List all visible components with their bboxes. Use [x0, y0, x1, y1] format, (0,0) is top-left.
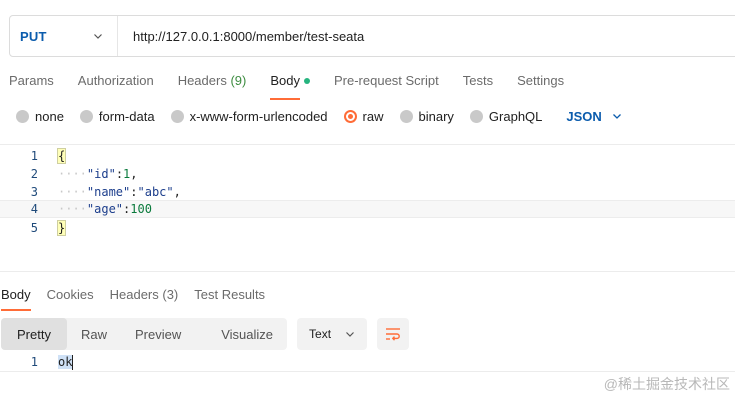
chevron-down-icon — [346, 332, 354, 337]
tab-params[interactable]: Params — [9, 70, 54, 100]
radio-form-data[interactable]: form-data — [79, 109, 155, 124]
radio-raw[interactable]: raw — [343, 109, 384, 124]
json-key: "name" — [86, 185, 131, 199]
radio-circle — [170, 109, 184, 123]
radio-none[interactable]: none — [16, 109, 64, 124]
wrap-lines-icon — [386, 328, 401, 341]
response-tab-body[interactable]: Body — [1, 285, 31, 311]
code-line: 5 } — [0, 219, 735, 237]
language-select[interactable]: JSON — [566, 109, 621, 124]
body-indicator-dot — [303, 77, 310, 84]
close-brace: } — [56, 220, 67, 236]
method-label: PUT — [20, 28, 47, 44]
json-value: "abc" — [137, 185, 174, 199]
mode-pretty-button[interactable]: Pretty — [1, 318, 67, 350]
mode-visualize-button[interactable]: Visualize — [207, 318, 287, 350]
line-number: 5 — [30, 221, 38, 235]
tab-tests[interactable]: Tests — [463, 70, 493, 100]
line-number: 3 — [30, 185, 38, 199]
response-tabs: Body Cookies Headers (3) Test Results — [1, 285, 281, 311]
radio-circle — [399, 109, 413, 123]
mode-raw-button[interactable]: Raw — [67, 318, 121, 350]
view-mode-segmented: Pretty Raw Preview Visualize — [1, 318, 288, 350]
watermark: @稀土掘金技术社区 — [603, 376, 730, 392]
code-line-current: 4 ····"age":100 — [0, 200, 735, 218]
radio-circle — [79, 109, 93, 123]
response-tab-cookies[interactable]: Cookies — [47, 285, 94, 311]
radio-circle — [469, 109, 483, 123]
tab-authorization[interactable]: Authorization — [78, 70, 154, 100]
chevron-down-icon — [612, 114, 621, 119]
tab-body[interactable]: Body — [270, 70, 310, 100]
response-tab-headers[interactable]: Headers (3) — [110, 285, 179, 311]
open-brace: { — [56, 148, 67, 164]
url-input[interactable] — [118, 28, 735, 44]
code-line: 1 { — [0, 147, 735, 165]
chevron-down-icon — [94, 34, 102, 39]
line-number: 4 — [30, 202, 38, 216]
url-bar: PUT — [9, 15, 735, 57]
json-value: 100 — [130, 202, 152, 216]
line-number: 2 — [30, 167, 38, 181]
radio-circle-selected — [343, 109, 357, 123]
json-key: "age" — [86, 202, 124, 216]
json-key: "id" — [86, 167, 116, 181]
request-tabs: Params Authorization Headers (9) Body Pr… — [9, 70, 588, 100]
code-line: 3 ····"name":"abc", — [0, 183, 735, 201]
radio-circle — [16, 109, 29, 123]
body-type-selector: none form-data x-www-form-urlencoded raw… — [16, 108, 622, 124]
radio-x-www-form-urlencoded[interactable]: x-www-form-urlencoded — [170, 109, 328, 124]
format-select[interactable]: Text — [297, 318, 368, 350]
mode-preview-button[interactable]: Preview — [121, 318, 207, 350]
response-text: ok — [58, 355, 73, 369]
wrap-lines-button[interactable] — [377, 318, 410, 350]
response-tab-test-results[interactable]: Test Results — [194, 285, 265, 311]
tab-headers[interactable]: Headers (9) — [178, 70, 247, 100]
text-caret — [72, 355, 74, 370]
radio-graphql[interactable]: GraphQL — [469, 109, 542, 124]
tab-settings[interactable]: Settings — [517, 70, 564, 100]
code-line: 2 ····"id":1, — [0, 165, 735, 183]
line-number: 1 — [30, 355, 38, 369]
radio-binary[interactable]: binary — [399, 109, 454, 124]
line-number: 1 — [30, 149, 38, 163]
response-body-viewer[interactable]: 1 ok — [0, 354, 735, 372]
tab-pre-request-script[interactable]: Pre-request Script — [334, 70, 439, 100]
method-select[interactable]: PUT — [10, 16, 118, 56]
headers-count: (9) — [230, 73, 247, 88]
request-body-editor[interactable]: 1 { 2 ····"id":1, 3 ····"name":"abc", 4 … — [0, 144, 735, 272]
response-toolbar: Pretty Raw Preview Visualize Text — [1, 318, 410, 350]
